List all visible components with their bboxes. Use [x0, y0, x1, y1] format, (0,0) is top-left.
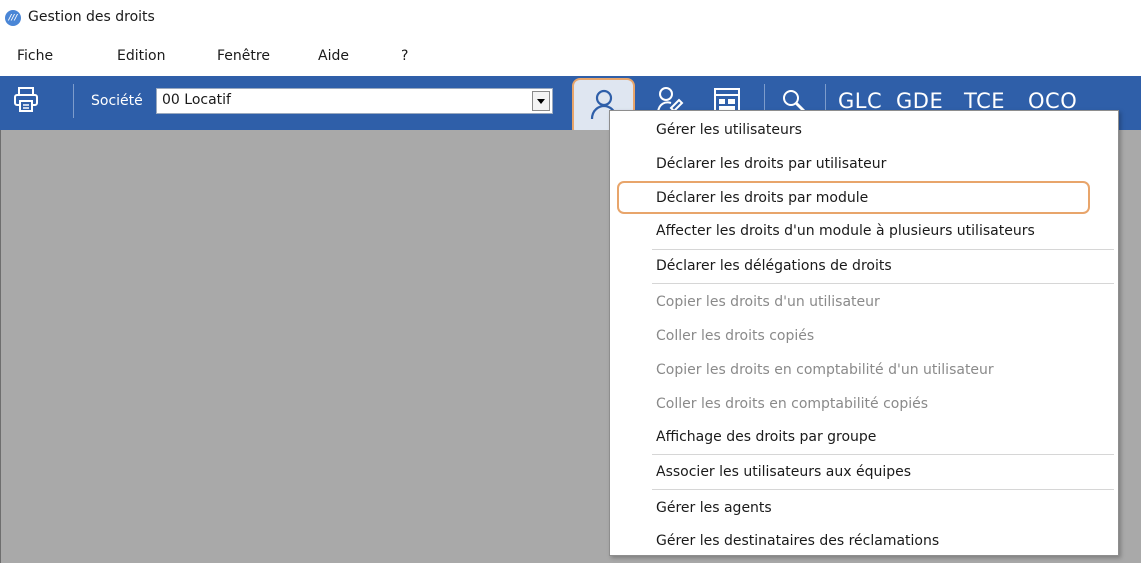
menu-item-copy-rights[interactable]: Copier les droits d'un utilisateur	[656, 294, 880, 310]
menu-fenetre[interactable]: Fenêtre	[217, 48, 270, 64]
menu-separator	[652, 249, 1114, 250]
menu-separator	[652, 283, 1114, 284]
toolbar-separator	[73, 84, 74, 118]
menu-item-manage-users[interactable]: Gérer les utilisateurs	[656, 122, 802, 138]
menu-item-assign-module-rights[interactable]: Affecter les droits d'un module à plusie…	[656, 223, 1035, 239]
company-select[interactable]: 00 Locatif	[156, 88, 553, 114]
menu-item-rights-by-user[interactable]: Déclarer les droits par utilisateur	[656, 156, 886, 172]
menu-item-paste-accounting-rights[interactable]: Coller les droits en comptabilité copiés	[656, 396, 928, 412]
menu-fiche[interactable]: Fiche	[17, 48, 53, 64]
menu-item-paste-rights[interactable]: Coller les droits copiés	[656, 328, 814, 344]
title-bar: /// Gestion des droits	[0, 0, 1141, 38]
menu-item-users-to-teams[interactable]: Associer les utilisateurs aux équipes	[656, 464, 911, 480]
printer-icon[interactable]	[13, 86, 39, 118]
menu-aide[interactable]: Aide	[318, 48, 349, 64]
menu-separator	[652, 489, 1114, 490]
window-title: Gestion des droits	[28, 9, 155, 25]
menu-item-delegations[interactable]: Déclarer les délégations de droits	[656, 258, 892, 274]
menu-help[interactable]: ?	[401, 48, 408, 64]
app-logo-icon: ///	[5, 10, 21, 26]
menu-item-manage-agents[interactable]: Gérer les agents	[656, 500, 772, 516]
user-rights-menu: Gérer les utilisateurs Déclarer les droi…	[609, 110, 1119, 556]
menu-item-rights-by-module[interactable]: Déclarer les droits par module	[656, 190, 868, 206]
company-label: Société	[91, 93, 143, 109]
menu-separator	[652, 454, 1114, 455]
menu-item-claim-recipients[interactable]: Gérer les destinataires des réclamations	[656, 533, 939, 549]
chevron-down-icon[interactable]	[532, 91, 550, 111]
menu-item-rights-by-group[interactable]: Affichage des droits par groupe	[656, 429, 876, 445]
menu-edition[interactable]: Edition	[117, 48, 165, 64]
menu-bar: Fiche Edition Fenêtre Aide ?	[0, 38, 1141, 74]
menu-item-copy-accounting-rights[interactable]: Copier les droits en comptabilité d'un u…	[656, 362, 994, 378]
company-value: 00 Locatif	[162, 92, 231, 108]
